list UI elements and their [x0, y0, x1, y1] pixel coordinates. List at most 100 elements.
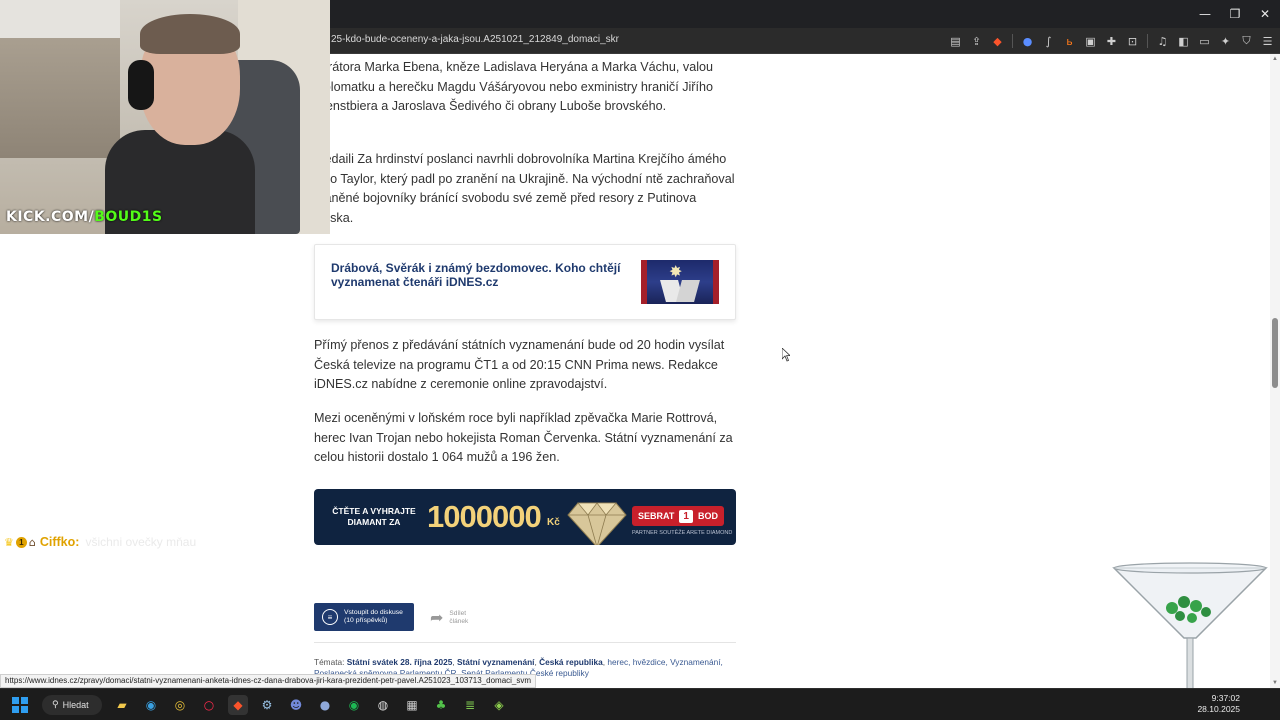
banner-partner-text: PARTNER SOUTĚŽE ARETE DIAMOND [632, 530, 733, 536]
clock-date: 28.10.2025 [1197, 704, 1240, 714]
webcam-person-hair [140, 14, 240, 54]
media-music-icon[interactable]: ♫ [1154, 33, 1171, 50]
medal-ribbon-red [713, 260, 719, 304]
scroll-down-icon[interactable]: ▼ [1272, 680, 1278, 686]
toolbar-separator [1147, 34, 1148, 48]
kick-logo-name: BOUD1S [94, 209, 163, 225]
article-paragraph: medaili Za hrdinství poslanci navrhli do… [314, 152, 735, 225]
tag-link[interactable]: Státní svátek 28. října 2025 [347, 657, 453, 667]
app-box-icon[interactable]: ▦ [402, 695, 422, 715]
subscriber-badge: 1 [15, 536, 27, 548]
extension-b-icon[interactable]: ь [1061, 33, 1078, 50]
tag-links[interactable]: herec, hvězdice, Vyznamenání, [607, 657, 722, 667]
banner-currency: Kč [547, 517, 560, 528]
discord-icon[interactable]: ☻ [286, 695, 306, 715]
chat-username: Ciffko: [39, 535, 80, 549]
obs-icon[interactable]: ◍ [373, 695, 393, 715]
page-scrollbar[interactable]: ▲ ▼ [1270, 54, 1280, 688]
file-explorer-icon[interactable]: ▰ [112, 695, 132, 715]
article-paragraph: Mezi oceněnými v loňském roce byli napří… [314, 411, 733, 464]
restore-button[interactable]: ❐ [1220, 0, 1250, 28]
extension-script-icon[interactable]: ∫ [1040, 33, 1057, 50]
webcam-shelf [0, 0, 120, 40]
extension-capture-icon[interactable]: ⊡ [1124, 33, 1141, 50]
banner-cta-number: 1 [679, 509, 693, 523]
minimize-button[interactable]: — [1190, 0, 1220, 28]
scroll-up-icon[interactable]: ▲ [1272, 56, 1278, 62]
brave-browser-icon[interactable]: ◆ [228, 695, 248, 715]
article-paragraph: derátora Marka Ebena, kněze Ladislava He… [314, 60, 714, 113]
kick-logo-domain: KICK.COM/ [6, 209, 95, 225]
related-article-thumbnail[interactable]: ✸ [641, 260, 719, 304]
spotify-icon[interactable]: ◉ [344, 695, 364, 715]
comment-icon: ≡ [322, 609, 338, 625]
chrome-browser-icon[interactable]: ◎ [170, 695, 190, 715]
opera-gx-icon[interactable]: ○ [199, 695, 219, 715]
related-article-card[interactable]: Drábová, Svěrák i známý bezdomovec. Koho… [314, 244, 736, 320]
tags-label: Témata: [314, 657, 345, 667]
webcam-bed [0, 38, 120, 158]
discussion-count: (10 příspěvků) [344, 617, 388, 624]
app-cube-icon[interactable]: ◈ [489, 695, 509, 715]
kick-channel-logo: KICK.COM/BOUD1S [6, 209, 163, 225]
tag-link[interactable]: Státní vyznamenání [457, 657, 534, 667]
chat-message: ♛ 1 ⌂ Ciffko: všichni ovečky mňau [4, 534, 196, 550]
medal-ribbon [676, 280, 700, 302]
house-badge-icon: ⌂ [28, 535, 36, 549]
banner-headline: ČTĚTE A VYHRAJTE DIAMANT ZA [332, 506, 416, 527]
app-stack-icon[interactable]: ≣ [460, 695, 480, 715]
medal-star-icon: ✸ [669, 262, 683, 281]
clock-time: 9:37:02 [1211, 693, 1240, 703]
scrollbar-thumb[interactable] [1272, 318, 1278, 388]
tag-link[interactable]: Česká republika [539, 657, 603, 667]
close-button[interactable]: ✕ [1250, 0, 1280, 28]
app-orb-icon[interactable]: ● [315, 695, 335, 715]
join-discussion-button[interactable]: ≡ Vstoupit do diskuse (10 příspěvků) [314, 603, 414, 631]
extension-blue-icon[interactable]: ● [1019, 33, 1036, 50]
ad-banner[interactable]: ČTĚTE A VYHRAJTE DIAMANT ZA 1000000 Kč S… [314, 489, 736, 545]
taskbar-clock[interactable]: 9:37:02 28.10.2025 [1197, 693, 1240, 715]
discussion-label-line: Vstoupit do diskuse [344, 609, 403, 616]
wallet-icon[interactable]: ▭ [1196, 33, 1213, 50]
section-divider [314, 642, 736, 643]
share-article-button[interactable]: ➦ Sdílet článek [430, 608, 479, 627]
menu-hamburger-icon[interactable]: ☰ [1259, 33, 1276, 50]
vpn-shield-icon[interactable]: ⛉ [1238, 33, 1255, 50]
toolbar-separator [1012, 34, 1013, 48]
edge-browser-icon[interactable]: ◉ [141, 695, 161, 715]
share-label: Sdílet článek [449, 610, 479, 626]
taskbar-search[interactable]: ⚲ Hledat [42, 695, 102, 715]
status-bar-url: https://www.idnes.cz/zpravy/domaci/statn… [0, 674, 537, 688]
banner-cta-suffix: BOD [697, 511, 718, 521]
diamond-icon [567, 502, 627, 545]
windows-taskbar: ⚲ Hledat ▰ ◉ ◎ ○ ◆ ⚙ ☻ ● ◉ ◍ ▦ ♣ ≣ ◈ 9:3… [0, 688, 1280, 720]
related-article-title[interactable]: Drábová, Svěrák i známý bezdomovec. Koho… [331, 261, 621, 289]
medal-ribbon-red [641, 260, 647, 304]
share-arrow-icon: ➦ [430, 608, 444, 627]
app-green-icon[interactable]: ♣ [431, 695, 451, 715]
mouse-cursor-icon [782, 348, 790, 362]
banner-collect-button[interactable]: SEBRAT 1 BOD [632, 506, 724, 526]
leo-ai-icon[interactable]: ✦ [1217, 33, 1234, 50]
webcam-overlay: KICK.COM/BOUD1S [0, 0, 330, 234]
chat-text: všichni ovečky mňau [85, 535, 197, 549]
window-controls: — ❐ ✕ [1190, 0, 1280, 28]
headset-icon [128, 60, 154, 110]
extension-screen-icon[interactable]: ▣ [1082, 33, 1099, 50]
banner-cta-label: SEBRAT [638, 511, 675, 521]
sidebar-toggle-icon[interactable]: ◧ [1175, 33, 1192, 50]
brave-shields-icon[interactable]: ◆ [989, 33, 1006, 50]
windows-start-icon[interactable] [12, 697, 28, 713]
steam-icon[interactable]: ⚙ [257, 695, 277, 715]
taskbar-search-label: Hledat [62, 700, 89, 710]
reader-mode-icon[interactable]: ▤ [947, 33, 964, 50]
crown-badge-icon: ♛ [4, 535, 14, 549]
article-paragraph: Přímý přenos z předávání státních vyznam… [314, 338, 725, 391]
share-label-line: Sdílet [449, 609, 467, 617]
address-bar-url[interactable]: 25-kdo-bude-oceneny-a-jaka-jsou.A251021_… [331, 34, 619, 45]
extensions-puzzle-icon[interactable]: ✚ [1103, 33, 1120, 50]
share-page-icon[interactable]: ⇪ [968, 33, 985, 50]
discussion-label: Vstoupit do diskuse (10 příspěvků) [344, 609, 403, 625]
screen: — ❐ ✕ 25-kdo-bude-oceneny-a-jaka-jsou.A2… [0, 0, 1280, 720]
banner-amount: 1000000 [427, 499, 542, 534]
